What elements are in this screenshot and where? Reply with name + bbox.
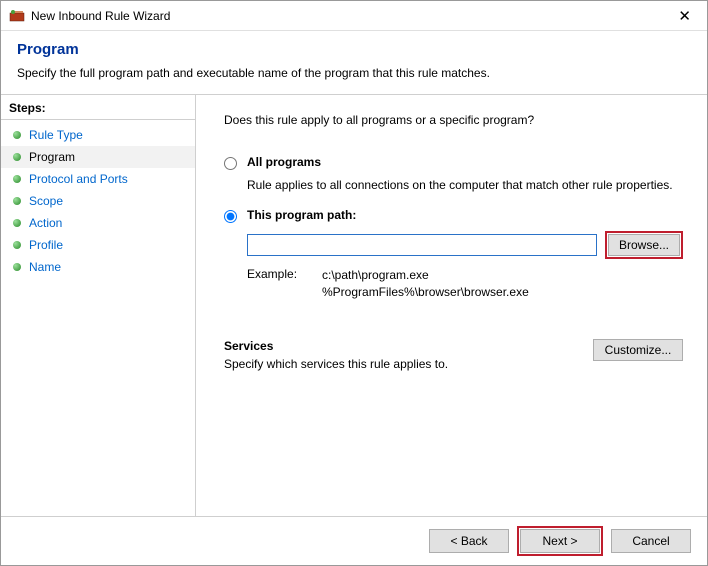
- option-this-program[interactable]: This program path:: [224, 208, 683, 223]
- wizard-footer: < Back Next > Cancel: [1, 517, 707, 565]
- bullet-icon: [13, 197, 21, 205]
- program-path-input[interactable]: [247, 234, 597, 256]
- bullet-icon: [13, 131, 21, 139]
- step-rule-type[interactable]: Rule Type: [1, 124, 195, 146]
- step-action[interactable]: Action: [1, 212, 195, 234]
- bullet-icon: [13, 175, 21, 183]
- step-program[interactable]: Program: [1, 146, 195, 168]
- steps-sidebar: Steps: Rule Type Program Protocol and Po…: [1, 95, 196, 516]
- example-text: c:\path\program.exe %ProgramFiles%\brows…: [322, 267, 529, 301]
- services-desc: Specify which services this rule applies…: [224, 357, 448, 371]
- this-program-label: This program path:: [247, 208, 356, 222]
- back-button[interactable]: < Back: [429, 529, 509, 553]
- browse-button[interactable]: Browse...: [608, 234, 680, 256]
- step-link[interactable]: Rule Type: [29, 128, 83, 142]
- step-link[interactable]: Name: [29, 260, 61, 274]
- step-link[interactable]: Protocol and Ports: [29, 172, 128, 186]
- wizard-content: Does this rule apply to all programs or …: [196, 95, 707, 516]
- next-highlight: Next >: [517, 526, 603, 556]
- step-scope[interactable]: Scope: [1, 190, 195, 212]
- step-name[interactable]: Name: [1, 256, 195, 278]
- question-text: Does this rule apply to all programs or …: [224, 113, 683, 127]
- all-programs-desc: Rule applies to all connections on the c…: [247, 178, 683, 192]
- page-description: Specify the full program path and execut…: [17, 66, 691, 80]
- step-link[interactable]: Profile: [29, 238, 63, 252]
- bullet-icon: [13, 153, 21, 161]
- option-all-programs[interactable]: All programs: [224, 155, 683, 170]
- step-link[interactable]: Action: [29, 216, 62, 230]
- wizard-header: Program Specify the full program path an…: [1, 31, 707, 95]
- cancel-button[interactable]: Cancel: [611, 529, 691, 553]
- radio-all-programs[interactable]: [224, 157, 237, 170]
- step-profile[interactable]: Profile: [1, 234, 195, 256]
- close-icon[interactable]: ✕: [670, 5, 699, 27]
- titlebar: New Inbound Rule Wizard ✕: [1, 1, 707, 31]
- step-link[interactable]: Scope: [29, 194, 63, 208]
- bullet-icon: [13, 241, 21, 249]
- next-button[interactable]: Next >: [520, 529, 600, 553]
- example-label: Example:: [247, 267, 302, 301]
- bullet-icon: [13, 219, 21, 227]
- firewall-icon: [9, 8, 25, 24]
- customize-button[interactable]: Customize...: [593, 339, 683, 361]
- page-title: Program: [17, 41, 691, 58]
- radio-this-program[interactable]: [224, 210, 237, 223]
- step-label: Program: [29, 150, 75, 164]
- bullet-icon: [13, 263, 21, 271]
- steps-heading: Steps:: [1, 101, 195, 120]
- services-title: Services: [224, 339, 448, 353]
- browse-highlight: Browse...: [605, 231, 683, 259]
- all-programs-label: All programs: [247, 155, 321, 169]
- step-protocol-ports[interactable]: Protocol and Ports: [1, 168, 195, 190]
- window-title: New Inbound Rule Wizard: [31, 9, 170, 23]
